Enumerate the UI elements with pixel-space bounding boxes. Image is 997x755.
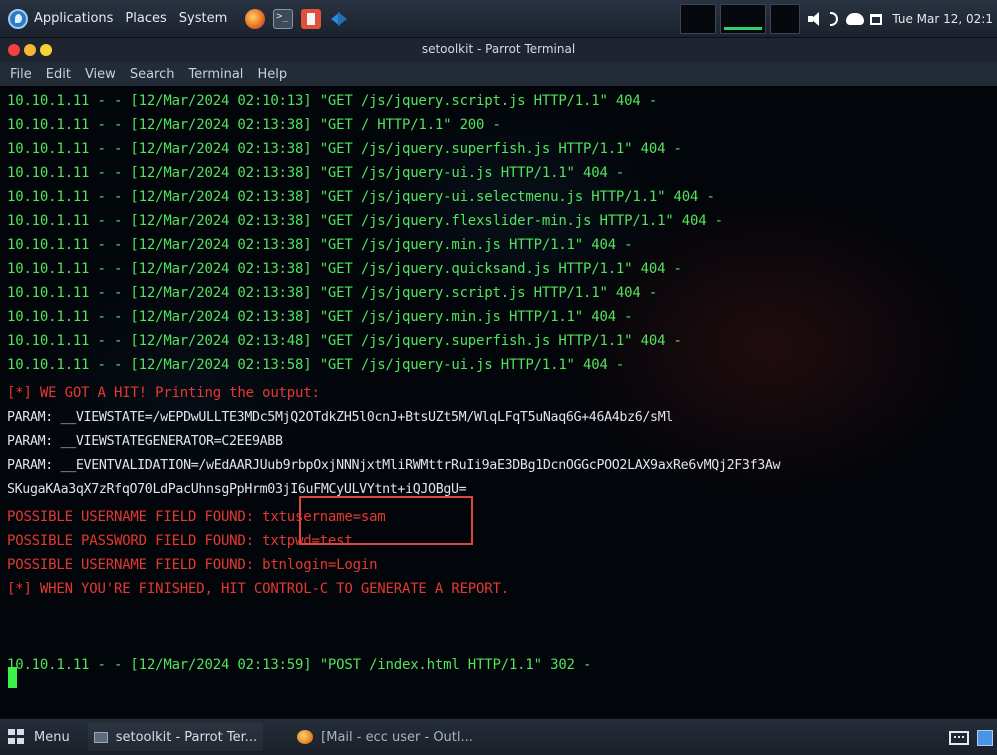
window-titlebar[interactable]: setoolkit - Parrot Terminal xyxy=(0,38,997,62)
places-menu[interactable]: Places xyxy=(125,11,166,26)
found-field-value: btnlogin=Login xyxy=(262,557,378,573)
system-monitor-network[interactable] xyxy=(770,4,800,34)
log-line: 10.10.1.11 - - [12/Mar/2024 02:13:48] "G… xyxy=(7,333,682,349)
mail-client-icon xyxy=(297,730,314,744)
top-panel: Applications Places System Tue Mar 12, 0… xyxy=(0,0,997,38)
system-menu[interactable]: System xyxy=(179,11,227,26)
keyboard-icon[interactable] xyxy=(949,730,969,745)
log-line: 10.10.1.11 - - [12/Mar/2024 02:13:38] "G… xyxy=(7,141,682,157)
log-line: 10.10.1.11 - - [12/Mar/2024 02:13:38] "G… xyxy=(7,213,723,229)
terminal-output[interactable]: 10.10.1.11 - - [12/Mar/2024 02:10:13] "G… xyxy=(0,86,997,718)
terminal-window: setoolkit - Parrot Terminal File Edit Vi… xyxy=(0,38,997,718)
panel-launchers xyxy=(245,8,357,29)
system-monitor-memory[interactable] xyxy=(720,4,766,34)
found-field-label: POSSIBLE USERNAME FIELD FOUND: xyxy=(7,509,263,525)
param-eventvalidation: PARAM: __EVENTVALIDATION=/wEdAARJUub9rbp… xyxy=(7,458,781,473)
bottom-taskbar: Menu setoolkit - Parrot Ter... [Mail - e… xyxy=(0,718,997,755)
volume-waves-icon xyxy=(830,12,839,26)
post-log-line: 10.10.1.11 - - [12/Mar/2024 02:13:59] "P… xyxy=(7,657,592,673)
window-list-icon[interactable] xyxy=(870,13,883,25)
menu-help[interactable]: Help xyxy=(257,67,287,82)
speaker-icon[interactable] xyxy=(808,12,824,26)
terminal-icon xyxy=(93,731,108,743)
taskbar-item-terminal[interactable]: setoolkit - Parrot Ter... xyxy=(87,723,264,751)
cloud-icon[interactable] xyxy=(846,13,865,25)
menu-grid-icon xyxy=(8,729,26,745)
taskbar-item-label: [Mail - ecc user - Outl... xyxy=(321,729,473,745)
vscode-icon[interactable] xyxy=(329,9,349,29)
taskbar-item-label: setoolkit - Parrot Ter... xyxy=(115,729,258,745)
log-line: 10.10.1.11 - - [12/Mar/2024 02:10:13] "G… xyxy=(7,93,658,109)
menu-search[interactable]: Search xyxy=(130,67,175,82)
menu-terminal[interactable]: Terminal xyxy=(188,67,243,82)
places-menu-label: Places xyxy=(125,11,167,26)
parrot-logo-icon xyxy=(8,8,28,29)
system-tray: Tue Mar 12, 02:1 xyxy=(808,0,997,38)
applications-menu-label: Applications xyxy=(34,11,114,26)
terminal-cursor xyxy=(8,667,17,688)
log-line: 10.10.1.11 - - [12/Mar/2024 02:13:38] "G… xyxy=(7,237,633,253)
terminal-icon[interactable] xyxy=(273,8,294,29)
clock[interactable]: Tue Mar 12, 02:1 xyxy=(892,12,993,26)
desktop: Applications Places System Tue Mar 12, 0… xyxy=(0,0,997,755)
menu-button-label: Menu xyxy=(34,729,70,745)
log-line: 10.10.1.11 - - [12/Mar/2024 02:13:38] "G… xyxy=(7,261,682,277)
window-title: setoolkit - Parrot Terminal xyxy=(421,42,576,56)
log-line: 10.10.1.11 - - [12/Mar/2024 02:13:38] "G… xyxy=(7,117,501,133)
login-button-field-found: POSSIBLE USERNAME FIELD FOUND: btnlogin=… xyxy=(7,553,377,577)
terminal-menubar: File Edit View Search Terminal Help xyxy=(0,62,997,86)
log-line: 10.10.1.11 - - [12/Mar/2024 02:13:38] "G… xyxy=(7,309,633,325)
finish-instruction: [*] WHEN YOU'RE FINISHED, HIT CONTROL-C … xyxy=(7,581,509,597)
firefox-icon[interactable] xyxy=(245,8,266,29)
menu-button[interactable]: Menu xyxy=(8,729,70,745)
param-viewstate: PARAM: __VIEWSTATE=/wEPDwULLTE3MDc5MjQ2O… xyxy=(7,410,674,425)
log-line: 10.10.1.11 - - [12/Mar/2024 02:13:58] "G… xyxy=(7,357,625,373)
system-monitor-cpu[interactable] xyxy=(680,4,716,34)
menu-edit[interactable]: Edit xyxy=(46,67,71,82)
log-line: 10.10.1.11 - - [12/Mar/2024 02:13:38] "G… xyxy=(7,285,658,301)
text-editor-icon[interactable] xyxy=(301,8,322,29)
log-line: 10.10.1.11 - - [12/Mar/2024 02:13:38] "G… xyxy=(7,165,625,181)
menu-file[interactable]: File xyxy=(10,67,32,82)
param-viewstategenerator: PARAM: __VIEWSTATEGENERATOR=C2EE9ABB xyxy=(7,434,283,449)
workspace-switcher-icon[interactable] xyxy=(977,729,993,746)
taskbar-item-mail[interactable]: [Mail - ecc user - Outl... xyxy=(291,723,479,751)
system-menu-label: System xyxy=(178,11,228,26)
taskbar-tray xyxy=(949,719,997,755)
menu-view[interactable]: View xyxy=(85,67,116,82)
log-line: 10.10.1.11 - - [12/Mar/2024 02:13:38] "G… xyxy=(7,189,715,205)
applications-menu[interactable]: Applications xyxy=(8,8,114,29)
found-field-label: POSSIBLE PASSWORD FIELD FOUND: xyxy=(7,533,263,549)
found-field-label: POSSIBLE USERNAME FIELD FOUND: xyxy=(7,557,263,573)
hit-message: [*] WE GOT A HIT! Printing the output: xyxy=(7,385,320,401)
credentials-highlight-box xyxy=(299,496,473,545)
